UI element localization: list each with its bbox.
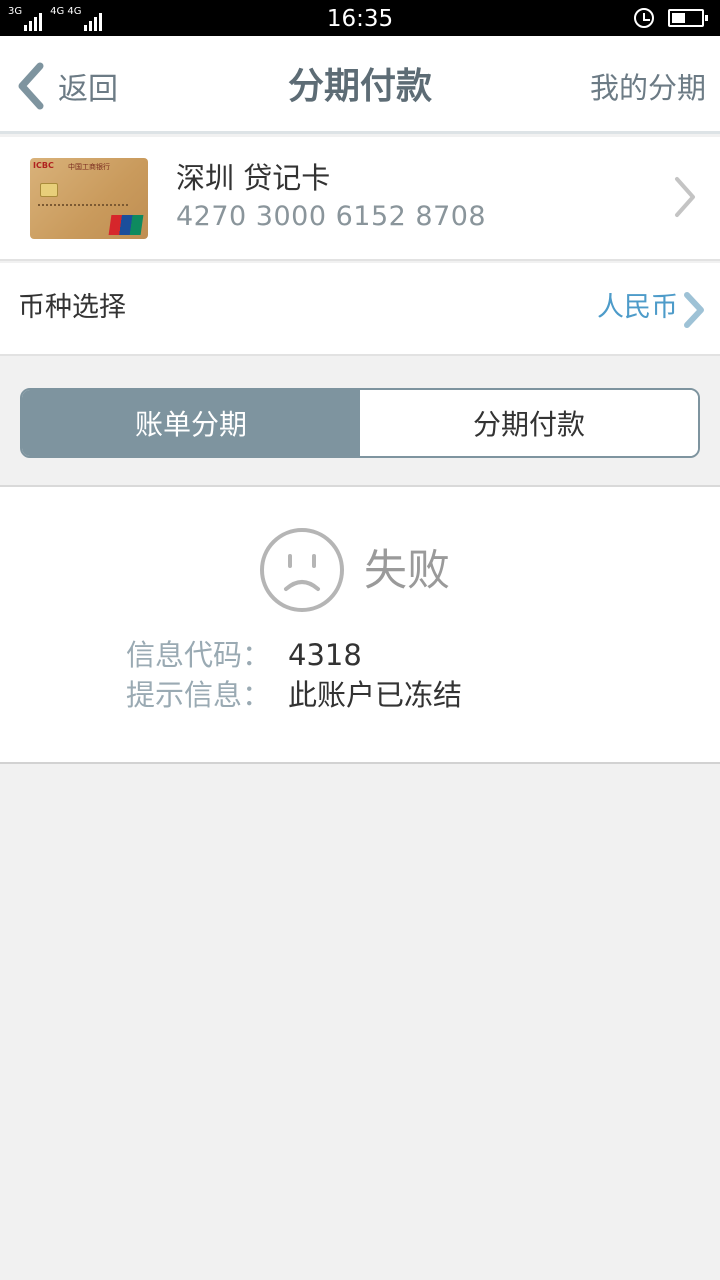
- info-code-row: 信息代码： 4318: [126, 635, 362, 675]
- alarm-icon: [634, 8, 654, 28]
- sad-face-icon: [260, 528, 344, 612]
- result-status: 失败: [364, 546, 450, 596]
- currency-selector[interactable]: 币种选择 人民币: [0, 263, 720, 356]
- battery-icon: [668, 9, 708, 27]
- chevron-left-icon: [18, 62, 44, 110]
- status-bar: 3G 4G 4G 16:35: [0, 0, 720, 36]
- header-bar: 返回 分期付款 我的分期: [0, 36, 720, 134]
- card-chip-icon: [40, 183, 58, 197]
- installment-type-tabs: 账单分期 分期付款: [20, 388, 700, 458]
- hint-row: 提示信息： 此账户已冻结: [126, 675, 462, 715]
- bank-card-image: ICBC 中国工商银行: [30, 158, 148, 239]
- card-bank-name: 中国工商银行: [68, 163, 110, 171]
- chevron-right-icon: [675, 177, 695, 217]
- currency-label: 币种选择: [18, 292, 126, 323]
- hint-value: 此账户已冻结: [288, 678, 463, 712]
- info-code-label: 信息代码：: [126, 638, 272, 672]
- chevron-right-icon: [684, 292, 704, 328]
- hint-label: 提示信息：: [126, 678, 272, 712]
- back-label: 返回: [58, 72, 118, 107]
- status-time: 16:35: [326, 6, 394, 32]
- card-number-print: [38, 204, 128, 208]
- result-panel: 失败 信息代码： 4318 提示信息： 此账户已冻结: [0, 485, 720, 764]
- back-button[interactable]: 返回: [14, 60, 118, 112]
- currency-value: 人民币: [597, 292, 678, 323]
- info-code-value: 4318: [288, 638, 362, 672]
- battery-level: [672, 13, 685, 23]
- card-name: 深圳 贷记卡: [176, 161, 331, 195]
- tab-bill-installment[interactable]: 账单分期: [22, 390, 360, 456]
- card-brand-logo: ICBC: [33, 161, 54, 170]
- unionpay-logo-icon: [108, 215, 144, 235]
- my-installments-link[interactable]: 我的分期: [590, 68, 706, 108]
- card-selector[interactable]: ICBC 中国工商银行 深圳 贷记卡 4270 3000 6152 8708: [0, 137, 720, 261]
- card-number: 4270 3000 6152 8708: [176, 201, 487, 232]
- tab-installment-payment[interactable]: 分期付款: [360, 390, 698, 456]
